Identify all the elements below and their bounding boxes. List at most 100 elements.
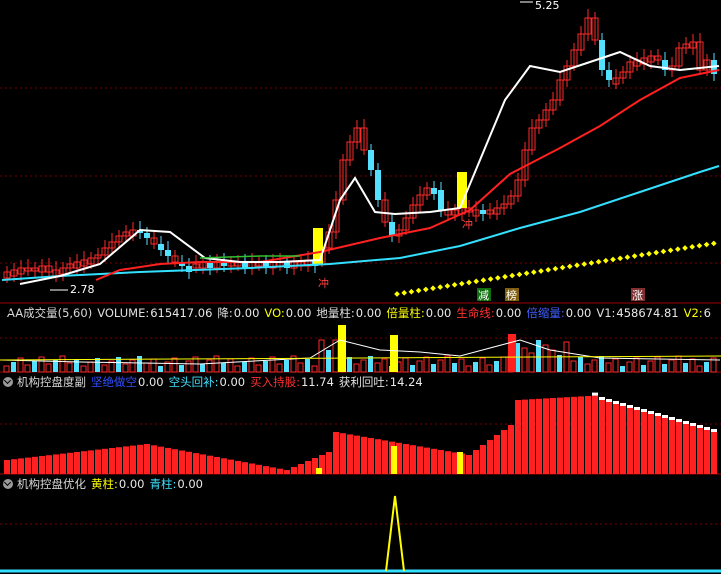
control-bar — [207, 455, 213, 474]
item-value: 615417.06 — [150, 306, 213, 320]
trend-dot — [458, 280, 465, 287]
volume-panel-title: AA成交量(5,60) — [7, 306, 93, 320]
trend-dot — [473, 278, 480, 285]
trend-dot — [646, 250, 652, 257]
ma-red — [95, 69, 720, 281]
control-bar-cap — [599, 397, 605, 400]
control-bar-cap — [655, 413, 661, 416]
control-panel[interactable] — [4, 392, 717, 474]
control-bar — [137, 444, 143, 474]
control-bar — [60, 453, 66, 474]
candle-body — [368, 150, 374, 170]
control-bar — [613, 404, 619, 474]
control-bar — [102, 448, 108, 474]
item-label: 空头回补: — [168, 375, 219, 389]
item-value: 458674.81 — [616, 306, 679, 320]
volume-bar — [206, 359, 213, 373]
volume-bar — [185, 360, 192, 373]
volume-bar — [612, 358, 619, 373]
control-bar-cap — [697, 425, 703, 428]
volume-bar — [297, 362, 304, 373]
trend-dot — [689, 244, 696, 250]
candle-body — [389, 222, 395, 236]
trend-dot — [682, 245, 688, 251]
volume-bar — [122, 363, 129, 373]
control-bar — [431, 448, 437, 474]
volume-bar — [486, 364, 493, 373]
trend-dot — [444, 283, 451, 289]
trend-dot — [588, 260, 595, 266]
volume-bar-highlight — [390, 335, 398, 372]
control-bar — [606, 402, 612, 474]
volume-bar — [255, 364, 262, 373]
control-bar — [480, 445, 486, 474]
item-label: 地量柱: — [316, 306, 355, 320]
trend-dot — [509, 272, 516, 279]
trend-dot — [451, 281, 458, 288]
control-bar — [200, 454, 206, 474]
volume-bar — [578, 357, 583, 372]
volume-bar — [80, 365, 87, 373]
item-value: 0.00 — [355, 306, 382, 320]
control-bar — [494, 435, 500, 474]
candle-body — [165, 250, 171, 256]
control-bar — [592, 395, 598, 474]
trend-dot — [631, 253, 638, 259]
optimized-panel[interactable] — [0, 495, 721, 573]
control-bar — [683, 424, 689, 474]
control-bar — [158, 446, 164, 474]
control-bar — [291, 467, 297, 474]
volume-bar — [179, 365, 184, 372]
volume-bar — [87, 361, 94, 373]
control-bar — [277, 468, 283, 474]
volume-panel[interactable] — [0, 325, 721, 373]
control-bar — [144, 444, 150, 474]
volume-bar — [668, 359, 675, 373]
control-bar — [417, 446, 423, 474]
control-bar-cap — [648, 411, 654, 414]
volume-bar — [633, 357, 640, 373]
volume-bar — [584, 363, 591, 373]
volume-bar — [221, 363, 226, 372]
collapse-toggle-icon[interactable] — [3, 377, 13, 387]
trend-dot — [696, 242, 703, 249]
control-bar — [179, 450, 185, 474]
volume-panel-header: AA成交量(5,60) VOLUME:615417.06 降:0.00 VO:0.0… — [0, 304, 721, 322]
control-bar — [711, 432, 717, 474]
control-bar-cap — [690, 423, 696, 426]
control-bar — [326, 452, 332, 474]
control-bar — [165, 447, 171, 474]
trend-dot — [559, 264, 566, 271]
control-bar-cap — [641, 409, 647, 412]
trend-dot — [494, 275, 501, 281]
control-bar — [88, 450, 94, 474]
trend-dot — [415, 287, 422, 294]
volume-bar — [74, 359, 79, 372]
volume-bar — [234, 365, 241, 373]
candlesticks[interactable] — [3, 1, 717, 291]
trend-dot — [595, 258, 602, 265]
panel_control-item: 买入持股:11.74 — [250, 375, 334, 389]
control-bar — [704, 430, 710, 474]
volume-bar — [101, 364, 108, 373]
control-bar — [109, 448, 115, 474]
trend-dot — [408, 288, 415, 295]
volume-bar — [66, 362, 73, 373]
control-bar — [641, 412, 647, 474]
collapse-toggle-icon[interactable] — [3, 479, 13, 489]
item-label: 黄柱: — [91, 477, 118, 491]
panel_volume-item: V2:6 — [684, 306, 711, 320]
panel_volume-item: 生命线:0.00 — [456, 306, 521, 320]
control-bar — [4, 460, 10, 474]
panel_control-item: 获利回吐:14.24 — [339, 375, 423, 389]
control-bar-highlight — [391, 446, 397, 474]
volume-bar — [248, 357, 255, 373]
item-value: 0.00 — [565, 306, 592, 320]
item-label: VO: — [264, 306, 285, 320]
panel_volume-item: 地量柱:0.00 — [316, 306, 381, 320]
volume-bar — [263, 361, 268, 372]
control-bar — [172, 449, 178, 474]
panel_control-item: 坚绝做空0.00 — [91, 375, 164, 389]
control-bar-cap — [669, 417, 675, 420]
signal-label: 榜 — [506, 288, 517, 302]
